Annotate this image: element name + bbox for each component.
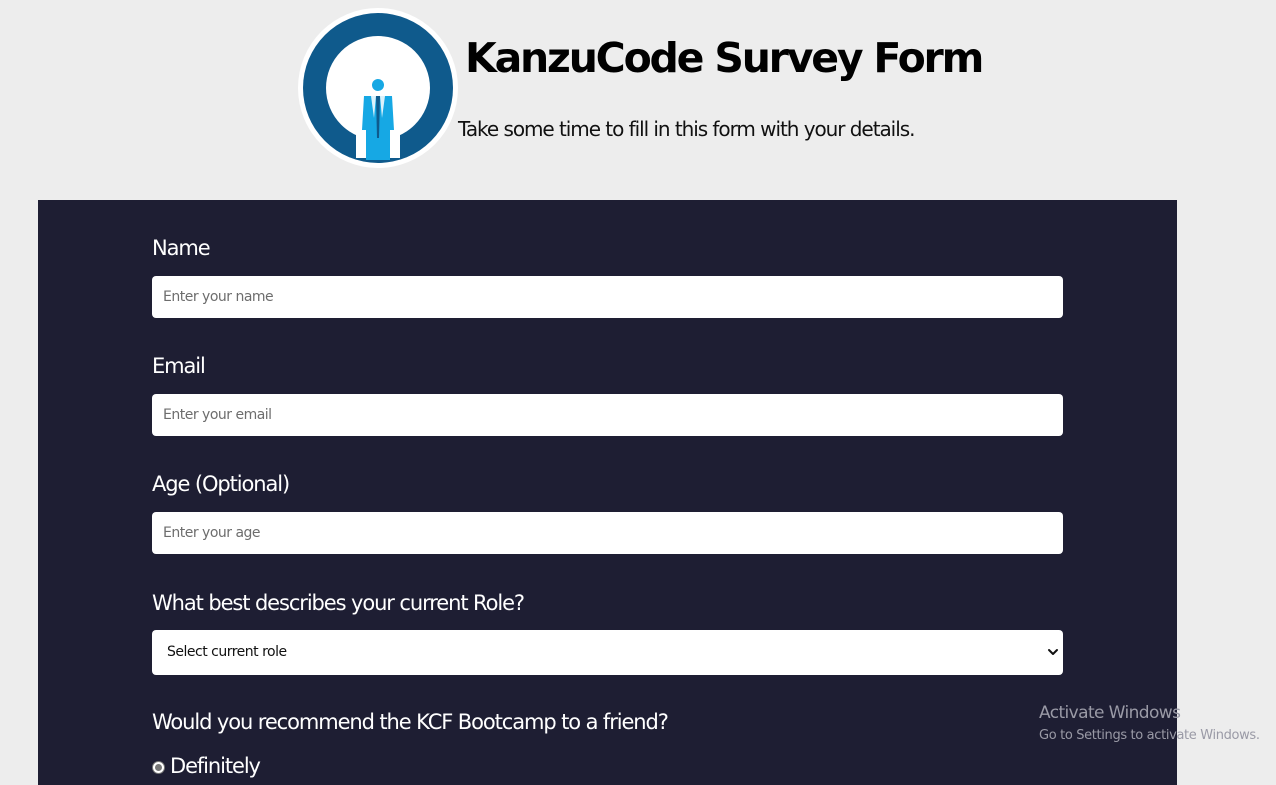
role-select[interactable]: Select current role [152,630,1063,675]
name-input[interactable] [152,276,1063,318]
kanzucode-logo [298,8,458,168]
recommend-label: Would you recommend the KCF Bootcamp to … [152,710,669,734]
radio-checked-dot [155,764,162,771]
radio-button[interactable] [152,761,165,774]
name-label: Name [152,236,211,260]
age-input[interactable] [152,512,1063,554]
email-input[interactable] [152,394,1063,436]
recommend-option-definitely[interactable]: Definitely [152,751,452,781]
page-header: KanzuCode Survey Form Take some time to … [0,0,1276,200]
chevron-down-icon [1048,649,1058,655]
activate-windows-subtitle: Go to Settings to activate Windows. [1039,728,1260,743]
role-select-value: Select current role [167,644,287,660]
email-label: Email [152,354,206,378]
page-subtitle: Take some time to fill in this form with… [458,117,915,141]
activate-windows-title: Activate Windows [1039,703,1181,723]
recommend-option-label: Definitely [170,754,261,778]
page-title: KanzuCode Survey Form [465,34,984,82]
role-label: What best describes your current Role? [152,591,525,615]
age-label: Age (Optional) [152,472,290,496]
survey-form: Name Email Age (Optional) What best desc… [38,200,1177,785]
